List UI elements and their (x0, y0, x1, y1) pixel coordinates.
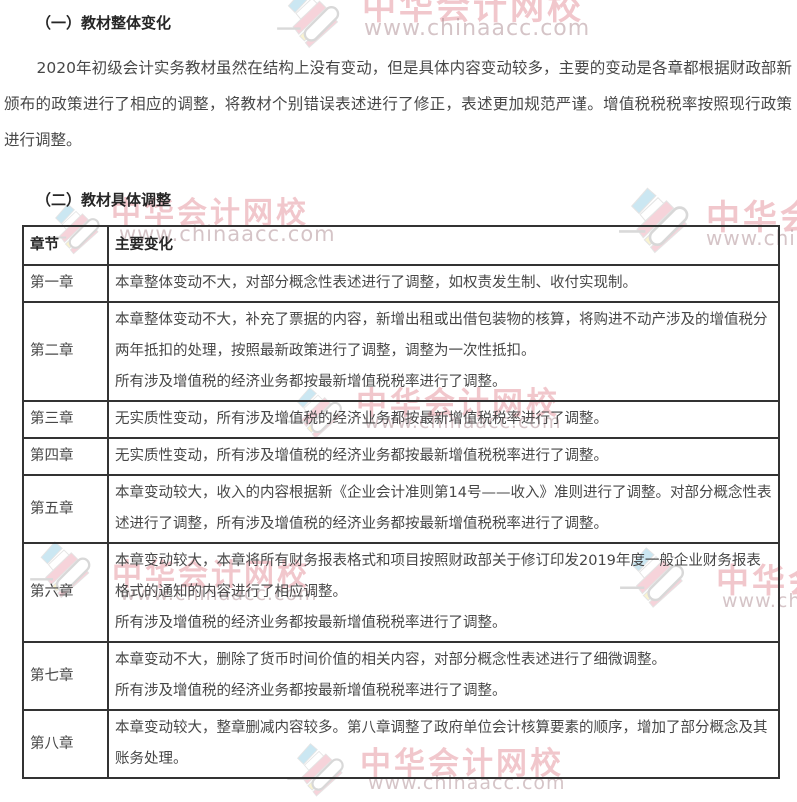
table-row: 第七章 本章变动不大，删除了货币时间价值的相关内容，对部分概念性表述进行了细微调整… (22, 641, 780, 711)
chapter-cell: 第六章 (22, 542, 109, 643)
change-line: 本章整体变动不大，补充了票据的内容，新增出租或出借包装物的核算，将购进不动产涉及… (115, 312, 768, 359)
changes-table-body: 第一章 本章整体变动不大，对部分概念性表述进行了调整，如权责发生制、收付实现制。第… (22, 264, 780, 779)
chapter-cell: 第八章 (22, 709, 109, 779)
changes-table: 章节 主要变化 第一章 本章整体变动不大，对部分概念性表述进行了调整，如权责发生制… (22, 225, 780, 779)
change-cell: 本章整体变动不大，对部分概念性表述进行了调整，如权责发生制、收付实现制。 (107, 264, 780, 303)
section-heading-overall-change: （一）教材整体变化 (36, 14, 172, 32)
intro-paragraph: 2020年初级会计实务教材虽然在结构上没有变动，但是具体内容变动较多，主要的变动… (4, 59, 792, 149)
chapter-cell: 第二章 (22, 301, 109, 402)
change-line: 所有涉及增值税的经济业务都按最新增值税税率进行了调整。 (115, 683, 507, 699)
chapter-cell: 第三章 (22, 400, 109, 439)
change-line: 本章变动较大，整章删减内容较多。第八章调整了政府单位会计核算要素的顺序，增加了部… (115, 720, 768, 767)
change-line: 本章变动较大，收入的内容根据新《企业会计准则第14号——收入》准则进行了调整。对… (115, 485, 772, 532)
change-line: 本章变动较大，本章将所有财务报表格式和项目按照财政部关于修订印发2019年度一般… (115, 553, 761, 600)
change-line: 无实质性变动，所有涉及增值税的经济业务都按最新增值税税率进行了调整。 (115, 411, 608, 427)
change-line: 无实质性变动，所有涉及增值税的经济业务都按最新增值税税率进行了调整。 (115, 448, 608, 464)
table-row: 第三章 无实质性变动，所有涉及增值税的经济业务都按最新增值税税率进行了调整。 (22, 400, 780, 439)
chapter-cell: 第七章 (22, 641, 109, 711)
table-row: 第六章 本章变动较大，本章将所有财务报表格式和项目按照财政部关于修订印发2019年… (22, 542, 780, 643)
column-header-chapter: 章节 (22, 225, 109, 266)
change-cell: 本章整体变动不大，补充了票据的内容，新增出租或出借包装物的核算，将购进不动产涉及… (107, 301, 780, 402)
chapter-cell: 第五章 (22, 474, 109, 544)
change-cell: 无实质性变动，所有涉及增值税的经济业务都按最新增值税税率进行了调整。 (107, 437, 780, 476)
table-row: 第八章 本章变动较大，整章删减内容较多。第八章调整了政府单位会计核算要素的顺序，增… (22, 709, 780, 779)
change-line: 所有涉及增值税的经济业务都按最新增值税税率进行了调整。 (115, 615, 507, 631)
chapter-cell: 第一章 (22, 264, 109, 303)
change-line: 本章整体变动不大，对部分概念性表述进行了调整，如权责发生制、收付实现制。 (115, 275, 637, 291)
table-row: 第一章 本章整体变动不大，对部分概念性表述进行了调整，如权责发生制、收付实现制。 (22, 264, 780, 303)
change-cell: 无实质性变动，所有涉及增值税的经济业务都按最新增值税税率进行了调整。 (107, 400, 780, 439)
column-header-main-changes: 主要变化 (107, 225, 780, 266)
table-row: 第四章 无实质性变动，所有涉及增值税的经济业务都按最新增值税税率进行了调整。 (22, 437, 780, 476)
change-cell: 本章变动较大，本章将所有财务报表格式和项目按照财政部关于修订印发2019年度一般… (107, 542, 780, 643)
change-cell: 本章变动不大，删除了货币时间价值的相关内容，对部分概念性表述进行了细微调整。 所有… (107, 641, 780, 711)
chapter-cell: 第四章 (22, 437, 109, 476)
change-cell: 本章变动较大，整章删减内容较多。第八章调整了政府单位会计核算要素的顺序，增加了部… (107, 709, 780, 779)
change-line: 所有涉及增值税的经济业务都按最新增值税税率进行了调整。 (115, 374, 507, 390)
section-heading-specific-adjustments: （二）教材具体调整 (36, 191, 172, 209)
table-row: 第五章 本章变动较大，收入的内容根据新《企业会计准则第14号——收入》准则进行了调… (22, 474, 780, 544)
change-line: 本章变动不大，删除了货币时间价值的相关内容，对部分概念性表述进行了细微调整。 (115, 652, 666, 668)
document-page: （一）教材整体变化 2020年初级会计实务教材虽然在结构上没有变动，但是具体内容… (0, 12, 797, 779)
table-header-row: 章节 主要变化 (22, 225, 780, 266)
change-cell: 本章变动较大，收入的内容根据新《企业会计准则第14号——收入》准则进行了调整。对… (107, 474, 780, 544)
table-row: 第二章 本章整体变动不大，补充了票据的内容，新增出租或出借包装物的核算，将购进不动… (22, 301, 780, 402)
